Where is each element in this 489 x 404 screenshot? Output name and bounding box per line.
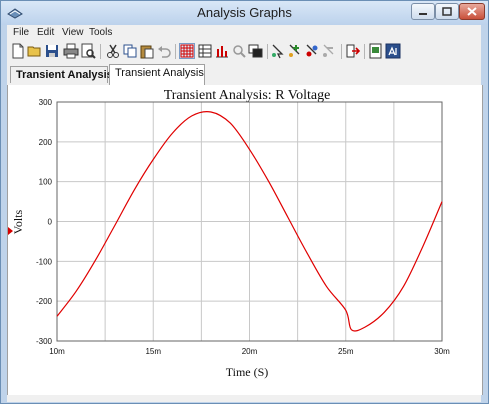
maximize-button[interactable] — [435, 3, 459, 20]
cursor-icon[interactable] — [270, 43, 286, 59]
open-icon[interactable] — [27, 43, 43, 59]
transient-chart: Transient Analysis: R Voltage 300 200 100 0… — [8, 88, 450, 379]
cursor-color-icon[interactable] — [304, 43, 320, 59]
report-icon[interactable] — [368, 43, 384, 59]
x-tick-label: 30m — [434, 347, 450, 356]
cursor-remove-icon[interactable] — [321, 43, 337, 59]
print-preview-icon[interactable] — [80, 43, 96, 59]
tab-transient-analysis-1[interactable]: Transient Analysis — [10, 66, 113, 83]
image-icon[interactable] — [385, 43, 401, 59]
analysis-graphs-window: Analysis Graphs File Edit View Tools Tra… — [0, 0, 489, 404]
paste-icon[interactable] — [139, 43, 155, 59]
copy-icon[interactable] — [122, 43, 138, 59]
zoom-icon[interactable] — [231, 43, 247, 59]
close-icon — [467, 7, 477, 16]
print-icon[interactable] — [63, 43, 79, 59]
x-tick-label: 15m — [145, 347, 161, 356]
bar-chart-icon[interactable] — [214, 43, 230, 59]
menu-tools[interactable]: Tools — [89, 27, 112, 38]
y-tick-label: -200 — [36, 297, 53, 306]
status-bar — [7, 395, 481, 402]
x-tick-label: 20m — [242, 347, 258, 356]
x-tick-label: 25m — [338, 347, 354, 356]
chart-title: Transient Analysis: R Voltage — [164, 88, 331, 103]
toolbar — [7, 41, 481, 64]
new-icon[interactable] — [10, 43, 26, 59]
y-tick-label: 200 — [39, 138, 53, 147]
export-icon[interactable] — [345, 43, 361, 59]
minimize-icon — [419, 13, 427, 15]
undo-icon[interactable] — [156, 43, 172, 59]
menu-file[interactable]: File — [13, 27, 29, 38]
close-button[interactable] — [459, 3, 485, 20]
menu-view[interactable]: View — [62, 27, 84, 38]
tab-strip: Transient Analysis Transient Analysis — [7, 63, 481, 85]
menu-edit[interactable]: Edit — [37, 27, 54, 38]
cursor-add-icon[interactable] — [287, 43, 303, 59]
plot-area: Transient Analysis: R Voltage 300 200 100 0… — [7, 85, 483, 395]
y-axis-label: Volts — [11, 209, 25, 234]
title-bar: Analysis Graphs — [1, 1, 488, 25]
y-tick-label: 0 — [48, 218, 53, 227]
grid-icon[interactable] — [179, 43, 195, 59]
table-icon[interactable] — [197, 43, 213, 59]
y-tick-label: -300 — [36, 337, 53, 346]
y-tick-label: 300 — [39, 98, 53, 107]
y-tick-label: -100 — [36, 257, 53, 266]
x-axis-label: Time (S) — [226, 365, 269, 379]
y-tick-label: 100 — [39, 178, 53, 187]
tab-transient-analysis-2[interactable]: Transient Analysis — [109, 64, 205, 85]
copy-window-icon[interactable] — [248, 43, 264, 59]
maximize-icon — [442, 7, 452, 16]
menu-bar: File Edit View Tools — [7, 25, 481, 41]
x-tick-label: 10m — [49, 347, 65, 356]
minimize-button[interactable] — [411, 3, 435, 20]
cut-icon[interactable] — [105, 43, 121, 59]
save-icon[interactable] — [44, 43, 60, 59]
